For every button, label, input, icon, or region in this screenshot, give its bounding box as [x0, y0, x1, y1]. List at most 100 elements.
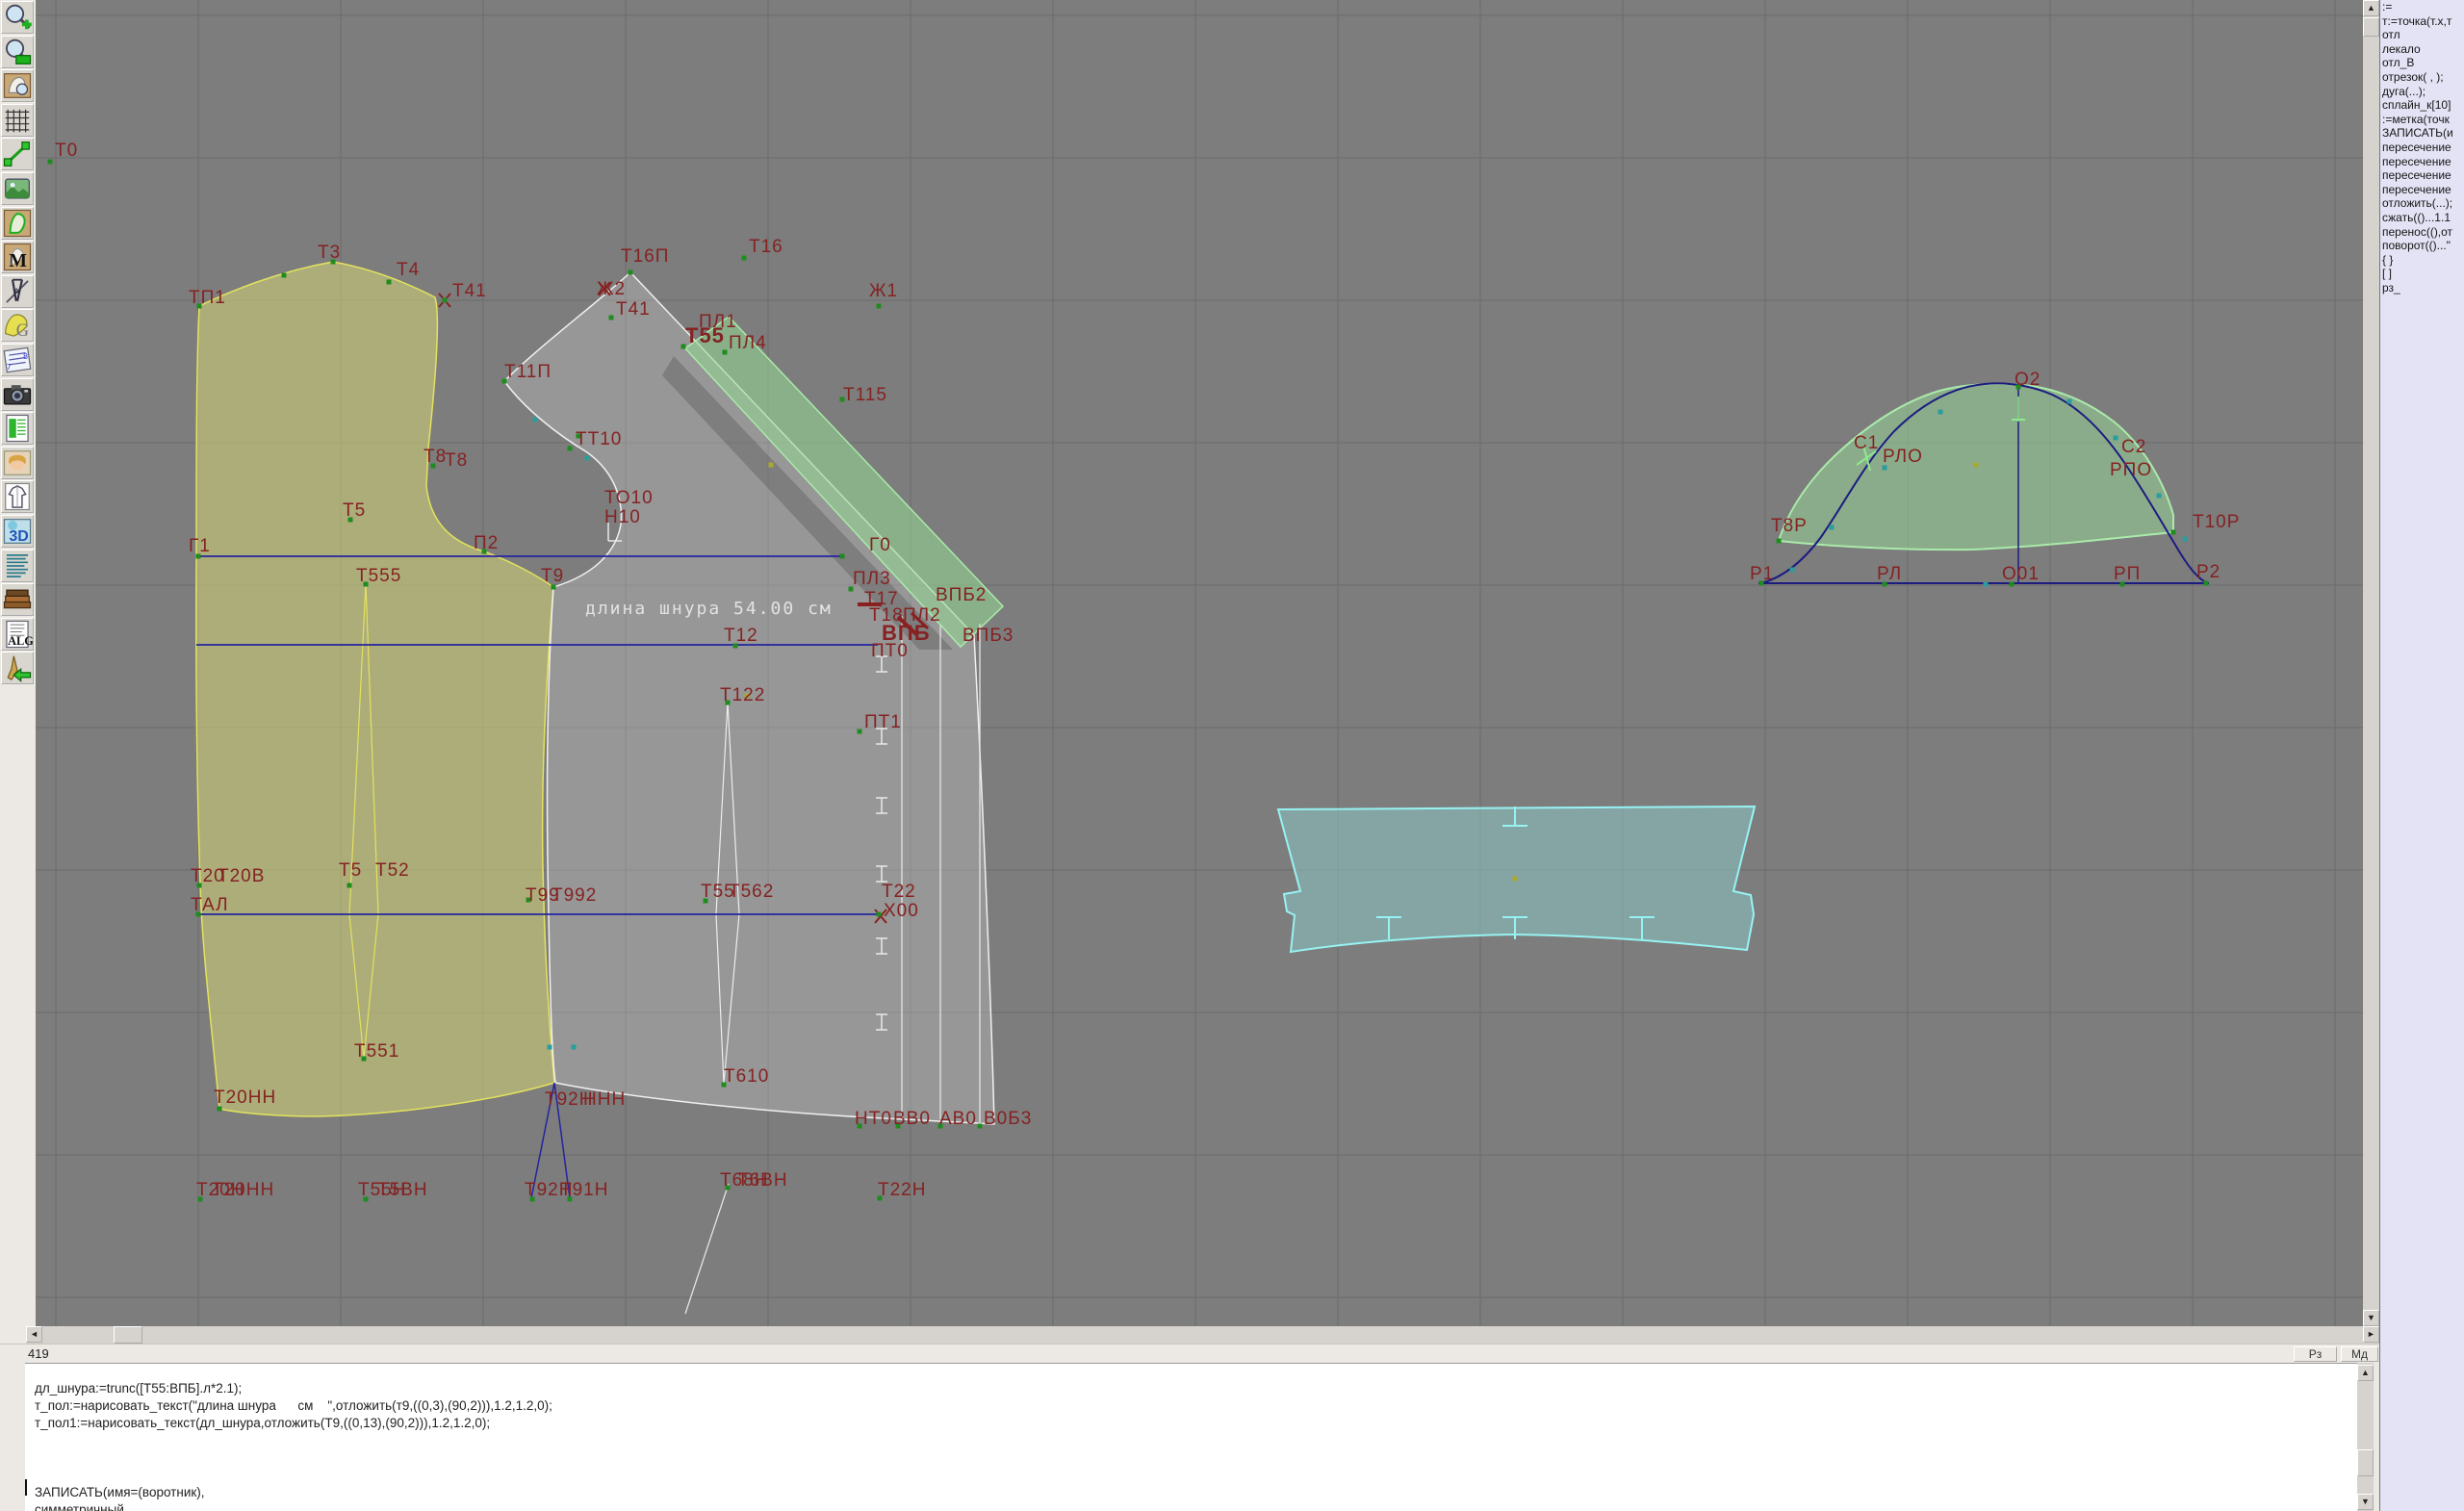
- table-doc-icon-button[interactable]: [1, 412, 34, 445]
- editor-scroll-up-icon[interactable]: ▲: [2357, 1365, 2374, 1381]
- command-item[interactable]: рз_: [2380, 281, 2464, 295]
- green-point: [629, 270, 633, 275]
- alg-icon-button[interactable]: ALG: [1, 618, 34, 651]
- zoom-in-icon-button[interactable]: [1, 1, 34, 34]
- scroll-left-icon[interactable]: ◄: [26, 1326, 42, 1343]
- scroll-down-icon[interactable]: ▼: [2363, 1310, 2379, 1326]
- measure-icon-button[interactable]: [1, 138, 34, 170]
- blueprint-icon-button[interactable]: 78: [1, 344, 34, 376]
- command-item[interactable]: отл_В: [2380, 56, 2464, 70]
- green-point: [568, 447, 573, 451]
- command-item[interactable]: отрезок( , );: [2380, 70, 2464, 85]
- point-label: Т115: [843, 385, 887, 405]
- editor-vscrollbar[interactable]: ▲ ▼: [2357, 1363, 2374, 1511]
- books-icon: [2, 584, 33, 615]
- point-label: ПТ0: [871, 641, 909, 661]
- green-point: [609, 316, 614, 320]
- point-label: Т8: [445, 450, 468, 471]
- point-label: ТАЛ: [191, 895, 229, 915]
- piece-outline-icon-button[interactable]: [1, 207, 34, 240]
- command-item[interactable]: пересечение: [2380, 155, 2464, 169]
- green-point: [2171, 530, 2176, 535]
- command-item[interactable]: отложить(...);: [2380, 196, 2464, 211]
- editor-scroll-down-icon[interactable]: ▼: [2357, 1494, 2374, 1510]
- command-item[interactable]: { }: [2380, 253, 2464, 268]
- green-point: [48, 160, 53, 165]
- 3d-icon-button[interactable]: 3D: [1, 515, 34, 548]
- teal-point: [585, 456, 590, 461]
- vscroll-thumb[interactable]: [2363, 17, 2379, 37]
- point-label: Т20НН: [212, 1180, 274, 1200]
- rz-button[interactable]: Рз: [2294, 1346, 2337, 1362]
- portrait-icon-button[interactable]: [1, 447, 34, 479]
- command-item[interactable]: отл: [2380, 28, 2464, 42]
- point-label: Т555: [356, 566, 401, 586]
- green-point: [723, 350, 728, 355]
- canvas-hscrollbar[interactable]: ◄ ►: [26, 1326, 2379, 1344]
- drawing-canvas[interactable]: Т0Т3Т4Т41ТП1Т16ПТ16Ж2Т41ПЛ1Т55ПЛ4Ж1Т11ПТ…: [36, 0, 2363, 1326]
- view-piece-icon-button[interactable]: [1, 69, 34, 102]
- grid-icon-button[interactable]: [1, 104, 34, 137]
- editor-vscroll-thumb[interactable]: [2357, 1449, 2374, 1476]
- scroll-up-icon[interactable]: ▲: [2363, 0, 2379, 16]
- canvas-vscrollbar[interactable]: ▲ ▼: [2363, 0, 2379, 1326]
- drafting-tools-icon: A: [2, 276, 33, 307]
- camera-icon-button[interactable]: [1, 378, 34, 411]
- list-icon: [2, 551, 33, 581]
- point-label: РЛО: [1883, 447, 1923, 467]
- image-icon-button[interactable]: [1, 172, 34, 205]
- list-icon-button[interactable]: [1, 550, 34, 582]
- point-label: Р1: [1750, 564, 1774, 584]
- point-label: С2: [2121, 437, 2146, 457]
- piece-m-icon-button[interactable]: M: [1, 241, 34, 273]
- point-label: Т562: [729, 882, 774, 902]
- point-label: Т8Р: [1771, 516, 1808, 536]
- scroll-right-icon[interactable]: ►: [2363, 1326, 2379, 1343]
- command-item[interactable]: сплайн_к[10]: [2380, 98, 2464, 113]
- macro-editor[interactable]: дл_шнура:=trunc([Т55:ВПБ].л*2.1);т_пол:=…: [25, 1363, 2357, 1511]
- command-item[interactable]: перенос((),от: [2380, 225, 2464, 240]
- point-label: РЛ: [1877, 564, 1902, 584]
- portrait-icon: [2, 448, 33, 478]
- point-label: ННН: [583, 1089, 626, 1110]
- point-label: Т11П: [504, 362, 552, 382]
- piece-g-icon: G: [2, 310, 33, 341]
- command-item[interactable]: пересечение: [2380, 141, 2464, 155]
- point-label: Т20В: [218, 866, 265, 886]
- text-cursor: [25, 1479, 27, 1496]
- line-number: 419: [28, 1346, 49, 1361]
- teal-point: [572, 1045, 577, 1050]
- teal-point: [1830, 525, 1835, 530]
- zoom-area-icon-button[interactable]: [1, 36, 34, 68]
- command-item[interactable]: пересечение: [2380, 183, 2464, 197]
- olive-point: [1513, 877, 1518, 882]
- hscroll-thumb[interactable]: [114, 1326, 142, 1344]
- command-item[interactable]: ЗАПИСАТЬ(и: [2380, 126, 2464, 141]
- green-point: [742, 256, 747, 261]
- clean-icon-button[interactable]: [1, 652, 34, 684]
- garment-icon-button[interactable]: [1, 480, 34, 513]
- command-item[interactable]: [ ]: [2380, 267, 2464, 281]
- books-icon-button[interactable]: [1, 583, 34, 616]
- point-label: О01: [2002, 564, 2040, 584]
- olive-point: [1974, 463, 1979, 468]
- command-item[interactable]: сжать(()...1.1: [2380, 211, 2464, 225]
- teal-point: [533, 418, 538, 423]
- svg-text:ALG: ALG: [8, 634, 33, 648]
- point-label: Т12: [724, 626, 758, 646]
- command-item[interactable]: поворот(()...": [2380, 239, 2464, 253]
- piece-m-icon: M: [2, 242, 33, 272]
- pattern-drawing[interactable]: Т0Т3Т4Т41ТП1Т16ПТ16Ж2Т41ПЛ1Т55ПЛ4Ж1Т11ПТ…: [36, 0, 2363, 1326]
- command-item[interactable]: лекало: [2380, 42, 2464, 57]
- status-bar: 419 Рз Мд: [0, 1344, 2379, 1364]
- command-item[interactable]: т:=точка(т.х,т: [2380, 14, 2464, 29]
- drafting-tools-icon-button[interactable]: A: [1, 275, 34, 308]
- teal-point: [2183, 537, 2188, 542]
- command-item[interactable]: :=метка(точк: [2380, 113, 2464, 127]
- green-point: [1777, 539, 1782, 544]
- piece-g-icon-button[interactable]: G: [1, 309, 34, 342]
- command-item[interactable]: дуга(...);: [2380, 85, 2464, 99]
- command-item[interactable]: :=: [2380, 0, 2464, 14]
- md-button[interactable]: Мд: [2341, 1346, 2378, 1362]
- command-item[interactable]: пересечение: [2380, 168, 2464, 183]
